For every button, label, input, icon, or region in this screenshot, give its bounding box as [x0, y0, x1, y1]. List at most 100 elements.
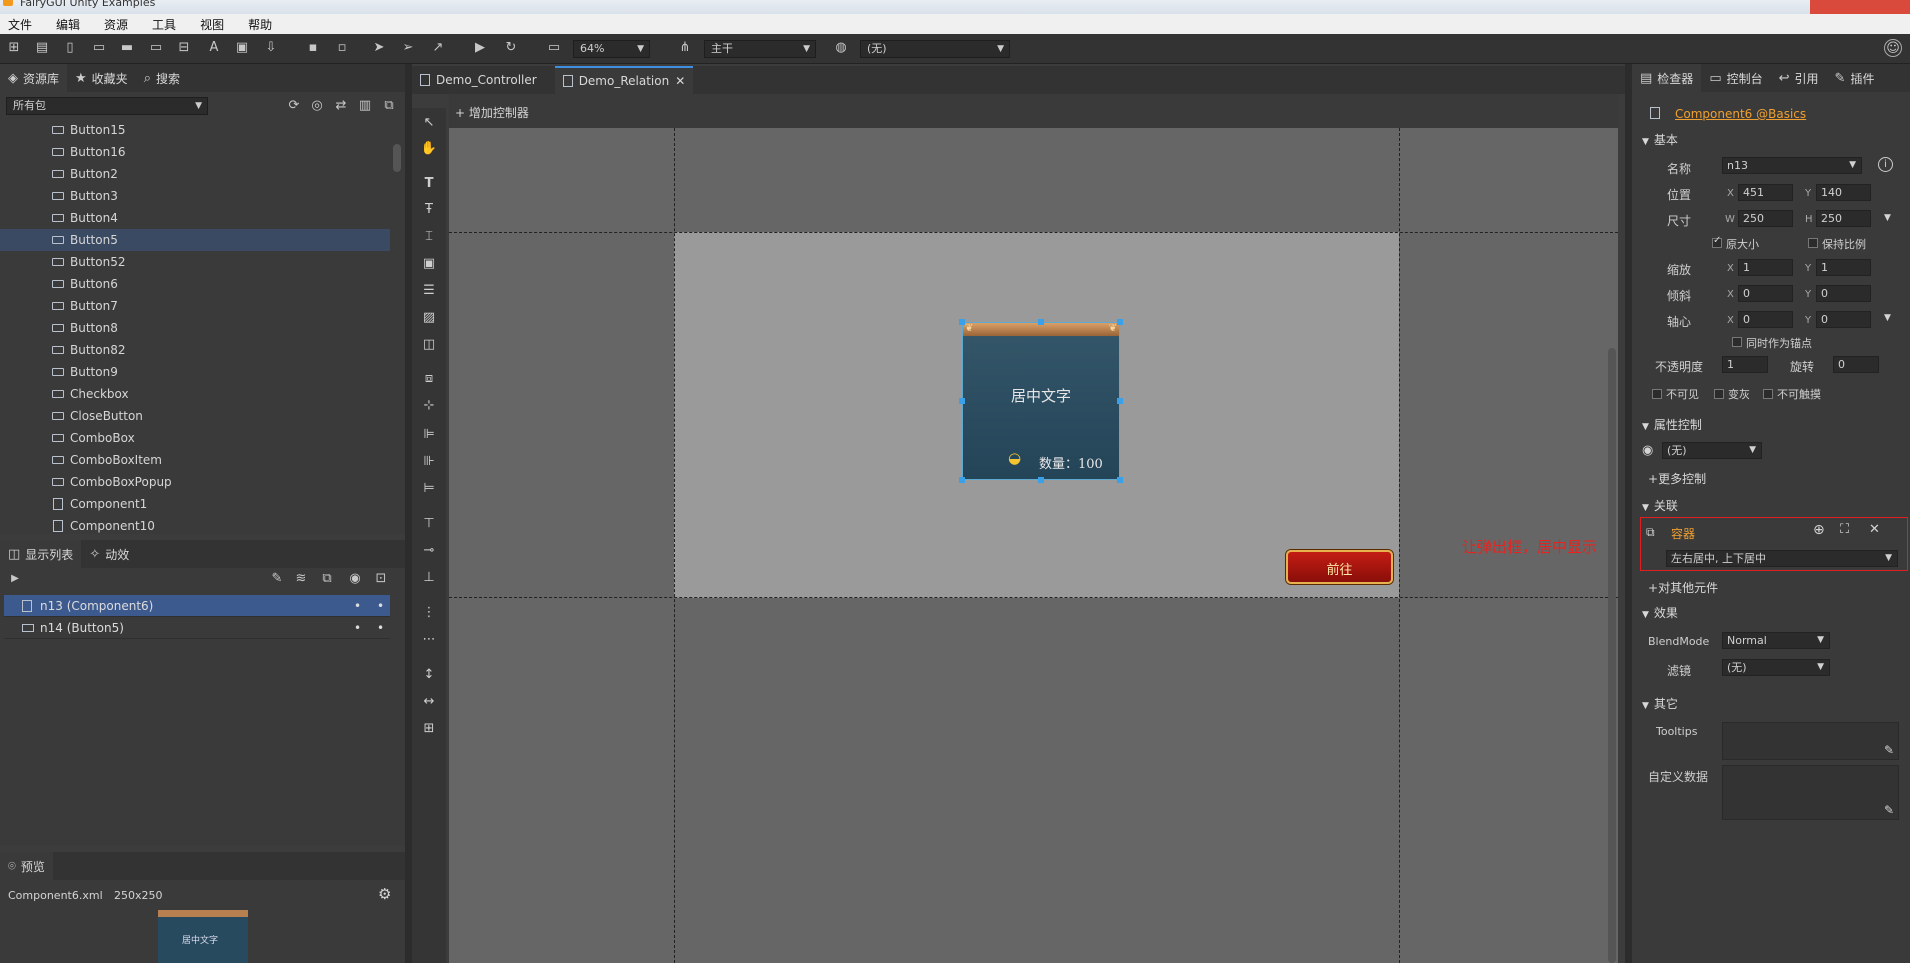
section-effects[interactable]: ▼ 效果	[1642, 604, 1678, 621]
chevron-down-icon[interactable]: ▼	[1884, 313, 1891, 323]
zoom-select[interactable]: 64% ▼	[573, 40, 650, 58]
library-item[interactable]: ComboBoxItem	[0, 449, 390, 471]
refresh-icon[interactable]: ↻	[502, 39, 520, 57]
panel-divider[interactable]	[405, 64, 412, 963]
collapse-icon[interactable]: ⧉	[380, 97, 398, 115]
pivot-x-field[interactable]: 0	[1738, 311, 1793, 328]
globe-icon[interactable]: ◍	[832, 39, 850, 57]
relate-other-button[interactable]: +对其他元件	[1648, 579, 1718, 596]
library-item[interactable]: Button5	[0, 229, 390, 251]
resize-handle[interactable]	[959, 477, 965, 483]
new-slider-icon[interactable]: ⊟	[175, 39, 193, 57]
more-controls-button[interactable]: +更多控制	[1648, 470, 1706, 487]
graph-tool-icon[interactable]: ◫	[420, 336, 438, 354]
gear-select[interactable]: (无) ▼	[1662, 442, 1762, 459]
new-font-icon[interactable]: A	[205, 39, 223, 57]
loader-tool-icon[interactable]: ▨	[420, 309, 438, 327]
edit-icon[interactable]: ✎	[268, 570, 286, 588]
locate-icon[interactable]: ◎	[308, 97, 326, 115]
same-height-icon[interactable]: ↕	[420, 666, 438, 684]
new-button-icon[interactable]: ▭	[90, 39, 108, 57]
align-center-icon[interactable]: ⊪	[420, 453, 438, 471]
richtext-tool-icon[interactable]: Ŧ	[420, 201, 438, 219]
size-w-field[interactable]: 250	[1738, 210, 1793, 227]
save-all-icon[interactable]: ▫	[333, 39, 351, 57]
library-item[interactable]: Button2	[0, 163, 390, 185]
split-view-icon[interactable]: ▥	[356, 97, 374, 115]
visibility-dot-icon[interactable]: •	[354, 595, 361, 617]
select-tool-icon[interactable]: ↖	[420, 114, 438, 132]
publish-icon[interactable]: ➤	[370, 39, 388, 57]
pivot-y-field[interactable]: 0	[1816, 311, 1871, 328]
component-n13[interactable]: ❦ ❦ 居中文字 ◒ 数量：100	[959, 319, 1123, 483]
tab-plugins[interactable]: ✎ 插件	[1827, 64, 1883, 92]
menu-view[interactable]: 视图	[200, 16, 224, 33]
library-item[interactable]: Component1	[0, 493, 390, 515]
tab-animation[interactable]: ✧ 动效	[81, 540, 137, 568]
lock-icon[interactable]: ⊡	[372, 570, 390, 588]
lock-dot-icon[interactable]: •	[377, 617, 384, 639]
chevron-down-icon[interactable]: ▼	[1884, 213, 1891, 223]
section-relation[interactable]: ▼ 关联	[1642, 497, 1678, 514]
branch-select[interactable]: 主干 ▼	[704, 40, 816, 58]
resize-handle[interactable]	[1117, 477, 1123, 483]
original-size-checkbox[interactable]: ✓	[1712, 235, 1722, 248]
eye-icon[interactable]: ◉	[346, 570, 364, 588]
input-tool-icon[interactable]: ⌶	[420, 228, 438, 246]
library-item[interactable]: Checkbox	[0, 383, 390, 405]
play-icon[interactable]: ▶	[471, 39, 489, 57]
resize-handle[interactable]	[1117, 398, 1123, 404]
publish-all-icon[interactable]: ➢	[399, 39, 417, 57]
size-h-field[interactable]: 250	[1816, 210, 1871, 227]
tab-reference[interactable]: ↩ 引用	[1771, 64, 1827, 92]
menu-help[interactable]: 帮助	[248, 16, 272, 33]
section-other[interactable]: ▼ 其它	[1642, 695, 1678, 712]
tab-search[interactable]: ⌕ 搜索	[136, 64, 188, 92]
expand-icon[interactable]: ▶	[6, 570, 24, 588]
pos-y-field[interactable]: 140	[1816, 184, 1871, 201]
canvas-scrollbar[interactable]	[1608, 348, 1616, 963]
new-bookmark-icon[interactable]: ▯	[61, 39, 79, 57]
untouchable-checkbox[interactable]	[1763, 389, 1773, 399]
copy-icon[interactable]: ⧉	[318, 570, 336, 588]
new-combobox-icon[interactable]: ▬	[118, 39, 136, 57]
skew-y-field[interactable]: 0	[1816, 285, 1871, 302]
distribute-v-icon[interactable]: ⋮	[420, 604, 438, 622]
button-n14[interactable]: 前往	[1286, 550, 1393, 584]
group-tool-icon[interactable]: ⧈	[420, 370, 438, 388]
align-middle-icon[interactable]: ⊸	[420, 542, 438, 560]
tab-demo-controller[interactable]: Demo_Controller	[412, 66, 545, 94]
name-field[interactable]: n13 ▼	[1722, 157, 1862, 174]
tab-inspector[interactable]: ▤ 检查器	[1632, 64, 1702, 92]
align-left-icon[interactable]: ⊫	[420, 426, 438, 444]
grid-tool-icon[interactable]: ⊹	[420, 397, 438, 415]
lock-dot-icon[interactable]: •	[377, 595, 384, 617]
scale-y-field[interactable]: 1	[1816, 259, 1871, 276]
library-item[interactable]: Component10	[0, 515, 390, 534]
package-filter-select[interactable]: 所有包 ▼	[6, 97, 208, 115]
resize-handle[interactable]	[959, 398, 965, 404]
close-icon[interactable]: ✕	[1869, 522, 1880, 537]
new-progress-icon[interactable]: ▭	[147, 39, 165, 57]
menu-file[interactable]: 文件	[8, 16, 32, 33]
library-item[interactable]: Button7	[0, 295, 390, 317]
section-basic[interactable]: ▼ 基本	[1642, 131, 1678, 148]
display-item-n13[interactable]: n13 (Component6) • •	[4, 595, 390, 617]
as-anchor-checkbox[interactable]	[1732, 337, 1742, 347]
menu-edit[interactable]: 编辑	[56, 16, 80, 33]
save-icon[interactable]: ▪	[304, 39, 322, 57]
keep-ratio-checkbox[interactable]	[1808, 238, 1818, 248]
library-item[interactable]: Button6	[0, 273, 390, 295]
library-item[interactable]: ComboBoxPopup	[0, 471, 390, 493]
swap-icon[interactable]: ⇄	[332, 97, 350, 115]
edit-icon[interactable]: ✎	[1884, 743, 1894, 757]
locate-icon[interactable]: ⊕	[1813, 522, 1825, 538]
tab-console[interactable]: ▭ 控制台	[1701, 64, 1770, 92]
new-package-icon[interactable]: ⊞	[5, 39, 23, 57]
library-item[interactable]: Button4	[0, 207, 390, 229]
library-item[interactable]: Button16	[0, 141, 390, 163]
invisible-checkbox[interactable]	[1652, 389, 1662, 399]
same-width-icon[interactable]: ↔	[420, 693, 438, 711]
branch-icon[interactable]: ⋔	[676, 39, 694, 57]
tab-library[interactable]: ◈ 资源库	[0, 64, 68, 92]
